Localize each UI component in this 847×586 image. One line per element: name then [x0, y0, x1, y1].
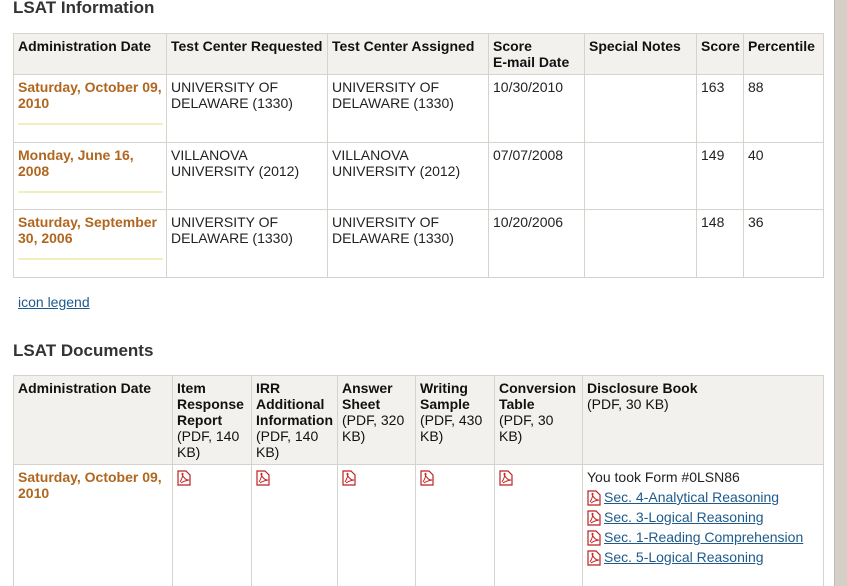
col-header-center-assigned: Test Center Assigned — [327, 33, 489, 75]
percentile-cell: 40 — [743, 142, 824, 210]
item-response-cell — [172, 464, 252, 586]
conversion-table-cell — [494, 464, 583, 586]
pdf-icon[interactable] — [499, 470, 513, 486]
section-link[interactable]: Sec. 1-Reading Comprehension — [587, 527, 820, 547]
answer-sheet-cell — [337, 464, 416, 586]
pdf-icon[interactable] — [256, 470, 270, 486]
table-row: Saturday, October 09, 2010 You took Form… — [13, 464, 824, 586]
special-notes-cell — [584, 74, 697, 143]
special-notes-cell — [584, 209, 697, 278]
col-header-item-response-report: Item Response Report (PDF, 140 KB) — [172, 375, 252, 465]
score-email-date-cell: 07/07/2008 — [488, 142, 585, 210]
table-row: Monday, June 16, 2008 VILLANOVA UNIVERSI… — [13, 142, 824, 210]
admin-date-cell: Saturday, September 30, 2006 — [13, 209, 167, 278]
percentile-cell: 88 — [743, 74, 824, 143]
admin-date-cell: Saturday, October 09, 2010 — [13, 464, 173, 586]
special-notes-cell — [584, 142, 697, 210]
center-assigned-cell: UNIVERSITY OF DELAWARE (1330) — [327, 209, 489, 278]
score-cell: 148 — [696, 209, 744, 278]
form-number-text: You took Form #0LSN86 — [587, 469, 740, 485]
admin-date-cell: Saturday, October 09, 2010 — [13, 74, 167, 143]
col-header-writing-sample: Writing Sample (PDF, 430 KB) — [415, 375, 495, 465]
lsat-documents-table: Administration Date Item Response Report… — [13, 375, 824, 586]
table-header-row: Administration Date Item Response Report… — [13, 375, 824, 465]
center-assigned-cell: VILLANOVA UNIVERSITY (2012) — [327, 142, 489, 210]
lsat-information-table: Administration Date Test Center Requeste… — [13, 33, 824, 278]
lsat-information-heading: LSAT Information — [13, 0, 155, 17]
col-header-answer-sheet: Answer Sheet (PDF, 320 KB) — [337, 375, 416, 465]
table-row: Saturday, October 09, 2010 UNIVERSITY OF… — [13, 74, 824, 143]
pdf-icon — [587, 550, 601, 566]
table-row: Saturday, September 30, 2006 UNIVERSITY … — [13, 209, 824, 278]
vertical-scrollbar[interactable] — [834, 0, 847, 586]
score-email-date-cell: 10/30/2010 — [488, 74, 585, 143]
table-header-row: Administration Date Test Center Requeste… — [13, 33, 824, 75]
center-assigned-cell: UNIVERSITY OF DELAWARE (1330) — [327, 74, 489, 143]
icon-legend-link[interactable]: icon legend — [18, 294, 90, 310]
pdf-icon — [587, 530, 601, 546]
col-header-special-notes: Special Notes — [584, 33, 697, 75]
pdf-icon — [587, 490, 601, 506]
irr-additional-cell — [251, 464, 338, 586]
score-cell: 163 — [696, 74, 744, 143]
admin-date-cell: Monday, June 16, 2008 — [13, 142, 167, 210]
section-link[interactable]: Sec. 4-Analytical Reasoning — [587, 487, 820, 507]
score-email-date-cell: 10/20/2006 — [488, 209, 585, 278]
pdf-icon[interactable] — [342, 470, 356, 486]
percentile-cell: 36 — [743, 209, 824, 278]
col-header-admin-date: Administration Date — [13, 33, 167, 75]
col-header-conversion-table: Conversion Table (PDF, 30 KB) — [494, 375, 583, 465]
disclosure-book-cell: You took Form #0LSN86 Sec. 4-Analytical … — [582, 464, 824, 586]
page-content: LSAT Information Administration Date Tes… — [0, 0, 834, 586]
center-requested-cell: VILLANOVA UNIVERSITY (2012) — [166, 142, 328, 210]
col-header-score-email-date: Score E-mail Date — [488, 33, 585, 75]
col-header-center-requested: Test Center Requested — [166, 33, 328, 75]
center-requested-cell: UNIVERSITY OF DELAWARE (1330) — [166, 209, 328, 278]
col-header-irr-additional-info: IRR Additional Information (PDF, 140 KB) — [251, 375, 338, 465]
section-link[interactable]: Sec. 5-Logical Reasoning — [587, 547, 820, 567]
section-link[interactable]: Sec. 3-Logical Reasoning — [587, 507, 820, 527]
lsat-documents-heading: LSAT Documents — [13, 341, 154, 360]
score-cell: 149 — [696, 142, 744, 210]
pdf-icon — [587, 510, 601, 526]
pdf-icon[interactable] — [420, 470, 434, 486]
pdf-icon[interactable] — [177, 470, 191, 486]
col-header-percentile: Percentile — [743, 33, 824, 75]
center-requested-cell: UNIVERSITY OF DELAWARE (1330) — [166, 74, 328, 143]
writing-sample-cell — [415, 464, 495, 586]
col-header-score: Score — [696, 33, 744, 75]
col-header-disclosure-book: Disclosure Book (PDF, 30 KB) — [582, 375, 824, 465]
col-header-admin-date: Administration Date — [13, 375, 173, 465]
